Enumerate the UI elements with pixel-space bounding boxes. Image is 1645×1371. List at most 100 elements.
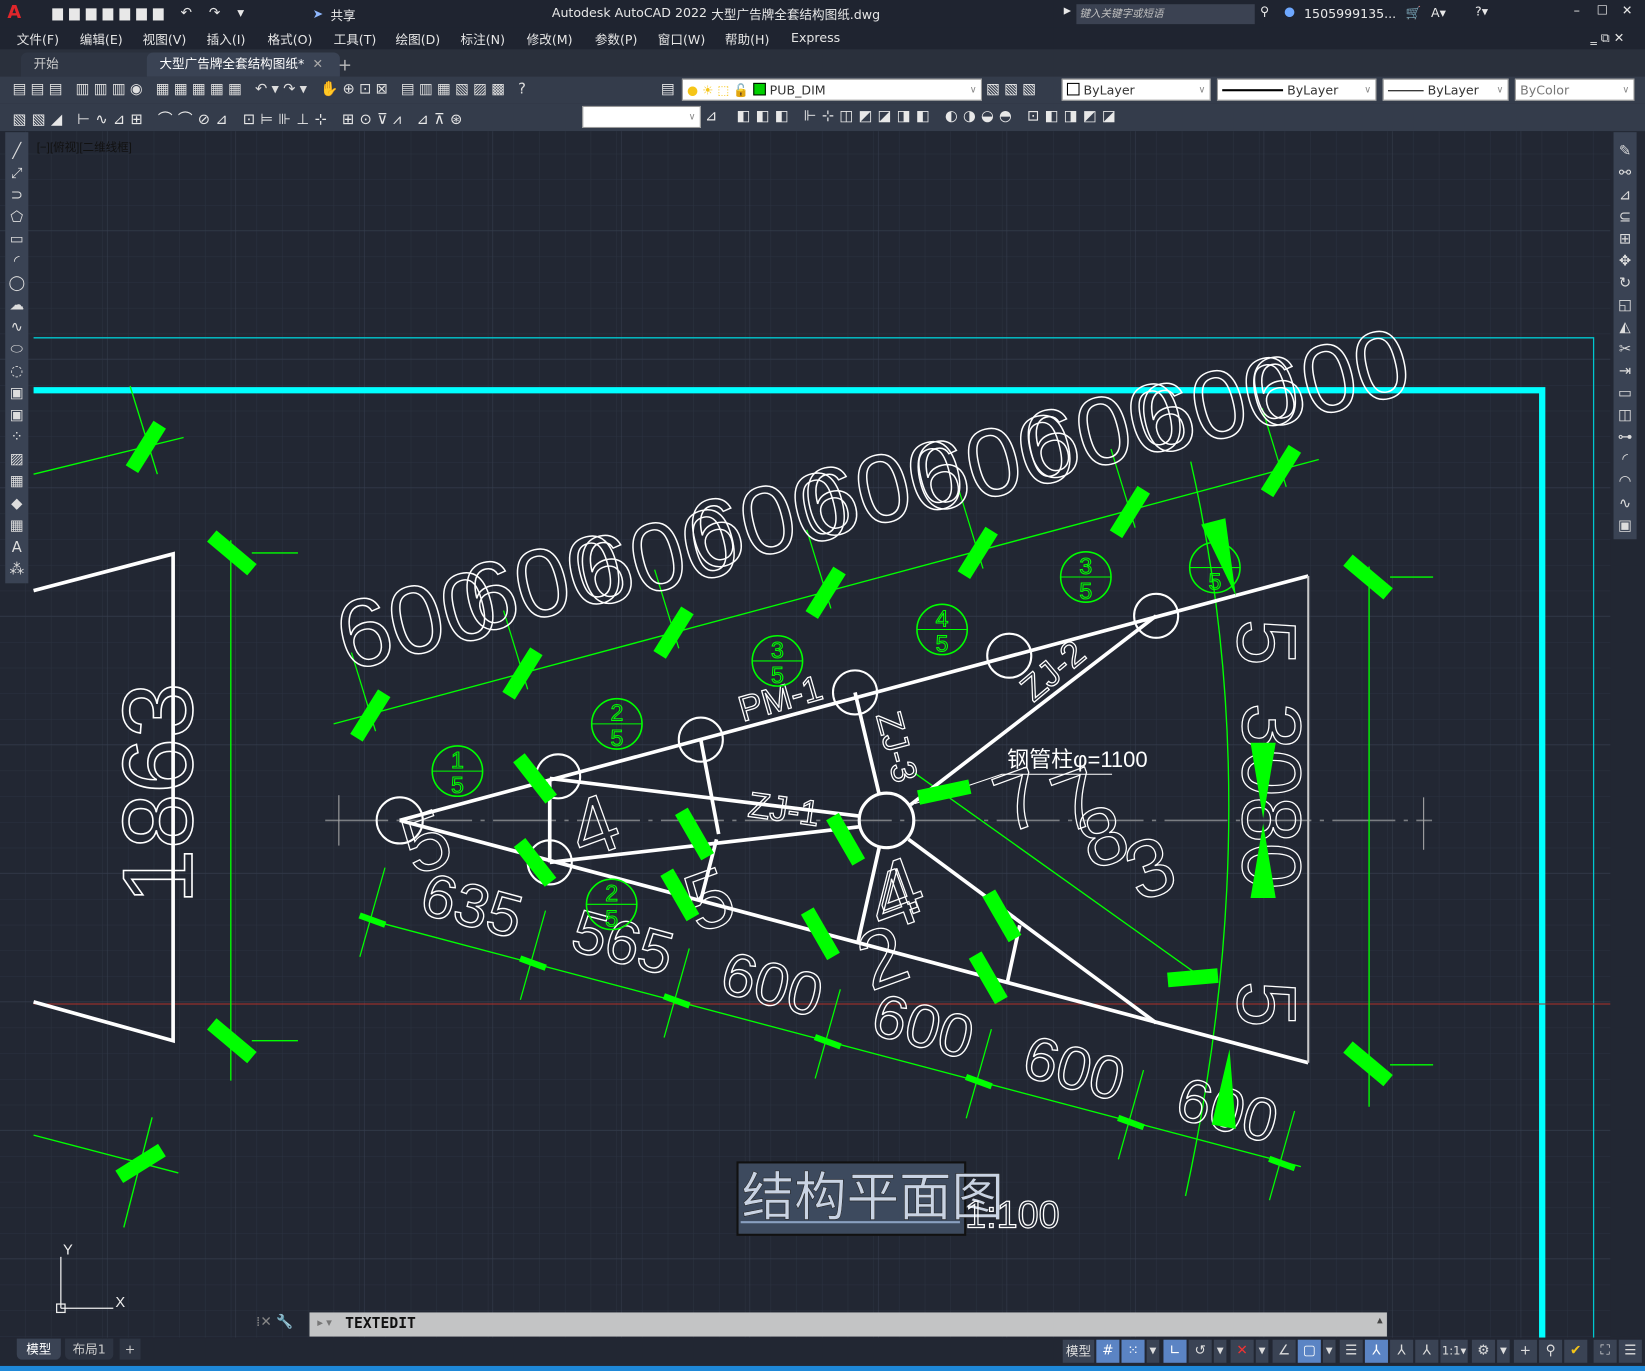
layer-dropdown[interactable]: ● ☀ ⬚ 🔓 PUB_DIM ∨ xyxy=(681,78,982,101)
layout-tab-layout1[interactable]: 布局1 xyxy=(65,1338,114,1360)
linetype-preview xyxy=(1222,89,1284,92)
grid-toggle[interactable]: # xyxy=(1096,1339,1120,1363)
drawing-scale: 1:100 xyxy=(965,1194,1059,1236)
lineweight-toggle[interactable]: ☰ xyxy=(1339,1339,1363,1363)
quick-properties-icon[interactable]: ✔ xyxy=(1564,1339,1588,1363)
search-input[interactable]: 键入关键字或短语 xyxy=(1076,4,1255,25)
object-snap-menu[interactable]: ▾ xyxy=(1322,1339,1336,1363)
window-bottom-border xyxy=(0,1365,1645,1371)
menu-file[interactable]: 文件(F) xyxy=(17,30,59,48)
model-space-button[interactable]: 模型 xyxy=(1062,1339,1095,1363)
tab-drawing[interactable]: 大型广告牌全套结构图纸* ✕ xyxy=(146,52,340,77)
command-line[interactable]: ▸▾ TEXTEDIT ▲ xyxy=(309,1312,1387,1337)
modify-tool-icons[interactable]: ✎ ⚯ ⊿ ⊆ ⊞ ✥ ↻ ◱ ◭ ✂ ⇥ ▭ ◫ ⊶ ◜ ◠ ∿ ▣ xyxy=(1614,132,1637,537)
object-snap-tracking-toggle[interactable]: ∠ xyxy=(1272,1339,1296,1363)
viewport-label[interactable]: [−][俯视][二维线框] xyxy=(37,140,132,154)
menu-window[interactable]: 窗口(W) xyxy=(658,30,705,48)
cart-icon[interactable]: 🛒 xyxy=(1406,5,1422,20)
standard-tool-icons[interactable]: ▤▤▤ ▥▥▥◉ ▦▦▦▦▦ ↶▾↷▾ ✋⊕⊡⊠ ▤▥▦▧▨▩ ? xyxy=(13,81,531,98)
tab-start[interactable]: 开始 xyxy=(20,52,162,77)
polar-menu[interactable]: ▾ xyxy=(1213,1339,1227,1363)
svg-text:5: 5 xyxy=(605,905,618,931)
title-bar: A ▆▆▆▆▆▆▆ ↶ ↷ ▾ ➤ 共享 Autodesk AutoCAD 20… xyxy=(0,0,1645,28)
svg-text:4: 4 xyxy=(936,605,949,631)
customize-menu-icon[interactable]: ☰ xyxy=(1618,1339,1642,1363)
polar-toggle[interactable]: ↺ xyxy=(1188,1339,1212,1363)
command-prompt-icon: ▸▾ xyxy=(315,1314,334,1332)
add-layout-button[interactable]: + xyxy=(119,1338,141,1360)
ortho-toggle[interactable]: ∟ xyxy=(1163,1339,1187,1363)
plotstyle-dropdown[interactable]: ByColor ∨ xyxy=(1514,78,1635,101)
menu-dimension[interactable]: 标注(N) xyxy=(461,30,505,48)
minimize-button[interactable]: – xyxy=(1574,3,1580,18)
workspace-gear-icon[interactable]: ⚙ xyxy=(1471,1339,1495,1363)
annotation-monitor-icon[interactable]: + xyxy=(1513,1339,1537,1363)
svg-text:5: 5 xyxy=(1079,578,1092,604)
dimension-modify-toolbar: ▧▧◢ ⊢∿⊿⊞ ⌒⌒⊘⊿ ⊡⊨⊪⊥⊹ ⊞⊙⊽⩘ ⊿⊼⊛ ∨ ⊿ ◧◧◧ ⊩⊹◫… xyxy=(0,103,1645,132)
svg-text:5: 5 xyxy=(771,662,784,688)
menu-parametric[interactable]: 参数(P) xyxy=(595,30,638,48)
menu-help[interactable]: 帮助(H) xyxy=(725,30,769,48)
menu-edit[interactable]: 编辑(E) xyxy=(80,30,123,48)
svg-text:3: 3 xyxy=(1079,553,1092,579)
file-title: 大型广告牌全套结构图纸.dwg xyxy=(711,7,881,23)
share-icon[interactable]: ➤ xyxy=(313,6,324,21)
menu-format[interactable]: 格式(O) xyxy=(268,30,313,48)
new-tab-button[interactable]: + xyxy=(338,55,352,75)
modify-tool-icons[interactable]: ◧◧◧ ⊩⊹◫◩◪◨◧ ◐◑◒◓ ⊡◧◨◩◪ xyxy=(736,108,1121,125)
layer-manager-icon[interactable]: ▤ xyxy=(661,81,675,98)
search-icon[interactable]: ⚲ xyxy=(1260,4,1269,19)
annotation-scale-dropdown[interactable]: 1:1▾ xyxy=(1440,1339,1468,1363)
menu-insert[interactable]: 插入(I) xyxy=(207,30,246,48)
auto-scale-toggle[interactable]: ⅄ xyxy=(1390,1339,1414,1363)
snap-toggle[interactable]: ⁙ xyxy=(1121,1339,1145,1363)
share-button[interactable]: 共享 xyxy=(330,6,355,24)
dimstyle-dropdown[interactable]: ∨ xyxy=(582,105,701,128)
isodraft-toggle[interactable]: ✕ xyxy=(1230,1339,1254,1363)
lineweight-dropdown[interactable]: ByLayer ∨ xyxy=(1382,78,1509,101)
command-history-button[interactable]: ▲ xyxy=(1377,1316,1383,1326)
svg-text:5: 5 xyxy=(451,772,464,798)
autodesk-a360-icon[interactable]: A▾ xyxy=(1431,5,1446,20)
draw-tool-icons[interactable]: ╱ ⤢ ⊃ ⬠ ▭ ◜ ◯ ☁ ∿ ⬭ ◌ ▣ ▣ ⁘ ▨ ▦ ◆ ▦ A ⁂ xyxy=(5,132,28,581)
doc-window-controls[interactable]: ‗ ⧉ ✕ xyxy=(1590,30,1624,46)
annotation-visibility-toggle[interactable]: ⅄ xyxy=(1364,1339,1388,1363)
linetype-dropdown[interactable]: ByLayer ∨ xyxy=(1216,78,1377,101)
menu-view[interactable]: 视图(V) xyxy=(143,30,187,48)
menu-draw[interactable]: 绘图(D) xyxy=(396,30,441,48)
help-icon[interactable]: ?▾ xyxy=(1475,4,1488,19)
autocad-logo[interactable]: A xyxy=(7,2,21,23)
left-dimension-text: 1863 xyxy=(103,683,214,905)
units-icon[interactable]: ⚲ xyxy=(1539,1339,1563,1363)
fullscreen-icon[interactable]: ⛶ xyxy=(1593,1339,1617,1363)
annotation-scale-icon[interactable]: ⅄ xyxy=(1415,1339,1439,1363)
color-dropdown[interactable]: ByLayer ∨ xyxy=(1061,78,1211,101)
quick-access-icons[interactable]: ▆▆▆▆▆▆▆ ↶ ↷ ▾ xyxy=(52,5,250,21)
object-snap-toggle[interactable]: ▢ xyxy=(1297,1339,1321,1363)
svg-text:5: 5 xyxy=(936,630,949,656)
workspace-menu[interactable]: ▾ xyxy=(1497,1339,1510,1363)
svg-text:3080: 3080 xyxy=(1225,703,1319,890)
layer-tool-icons[interactable]: ▧▧▧ xyxy=(986,81,1040,98)
user-icon[interactable]: ● xyxy=(1284,4,1295,19)
user-name[interactable]: 1505999135... xyxy=(1304,6,1396,21)
drawing-canvas[interactable]: [−][俯视][二维线框] 1863 PM-1 ZJ-1 ZJ-2 ZJ-3 钢… xyxy=(0,131,1611,1338)
close-button[interactable]: ✕ xyxy=(1622,3,1633,18)
close-tab-icon[interactable]: ✕ xyxy=(312,57,323,72)
command-text: TEXTEDIT xyxy=(345,1315,416,1333)
app-title: Autodesk AutoCAD 2022 xyxy=(551,5,708,20)
dimstyle-icon[interactable]: ⊿ xyxy=(705,108,717,125)
dimension-tool-icons[interactable]: ▧▧◢ ⊢∿⊿⊞ ⌒⌒⊘⊿ ⊡⊨⊪⊥⊹ ⊞⊙⊽⩘ ⊿⊼⊛ xyxy=(13,108,468,129)
layout-tab-model[interactable]: 模型 xyxy=(16,1338,61,1360)
isodraft-menu[interactable]: ▾ xyxy=(1255,1339,1269,1363)
command-line-controls[interactable]: ⁞✕ 🔧 xyxy=(256,1315,293,1331)
menu-tools[interactable]: 工具(T) xyxy=(334,30,377,48)
expand-icon[interactable]: ▶ xyxy=(1064,6,1071,16)
menu-express[interactable]: Express xyxy=(791,30,840,45)
maximize-button[interactable]: ☐ xyxy=(1597,3,1608,18)
layer-color-swatch xyxy=(753,82,766,96)
snap-menu[interactable]: ▾ xyxy=(1146,1339,1160,1363)
svg-text:1: 1 xyxy=(451,747,464,773)
status-toggles: 模型 # ⁙ ▾ ∟ ↺ ▾ ✕ ▾ ∠ ▢ ▾ ☰ ⅄ ⅄ ⅄ 1:1▾ ⚙ … xyxy=(1062,1339,1645,1366)
menu-modify[interactable]: 修改(M) xyxy=(527,30,573,48)
